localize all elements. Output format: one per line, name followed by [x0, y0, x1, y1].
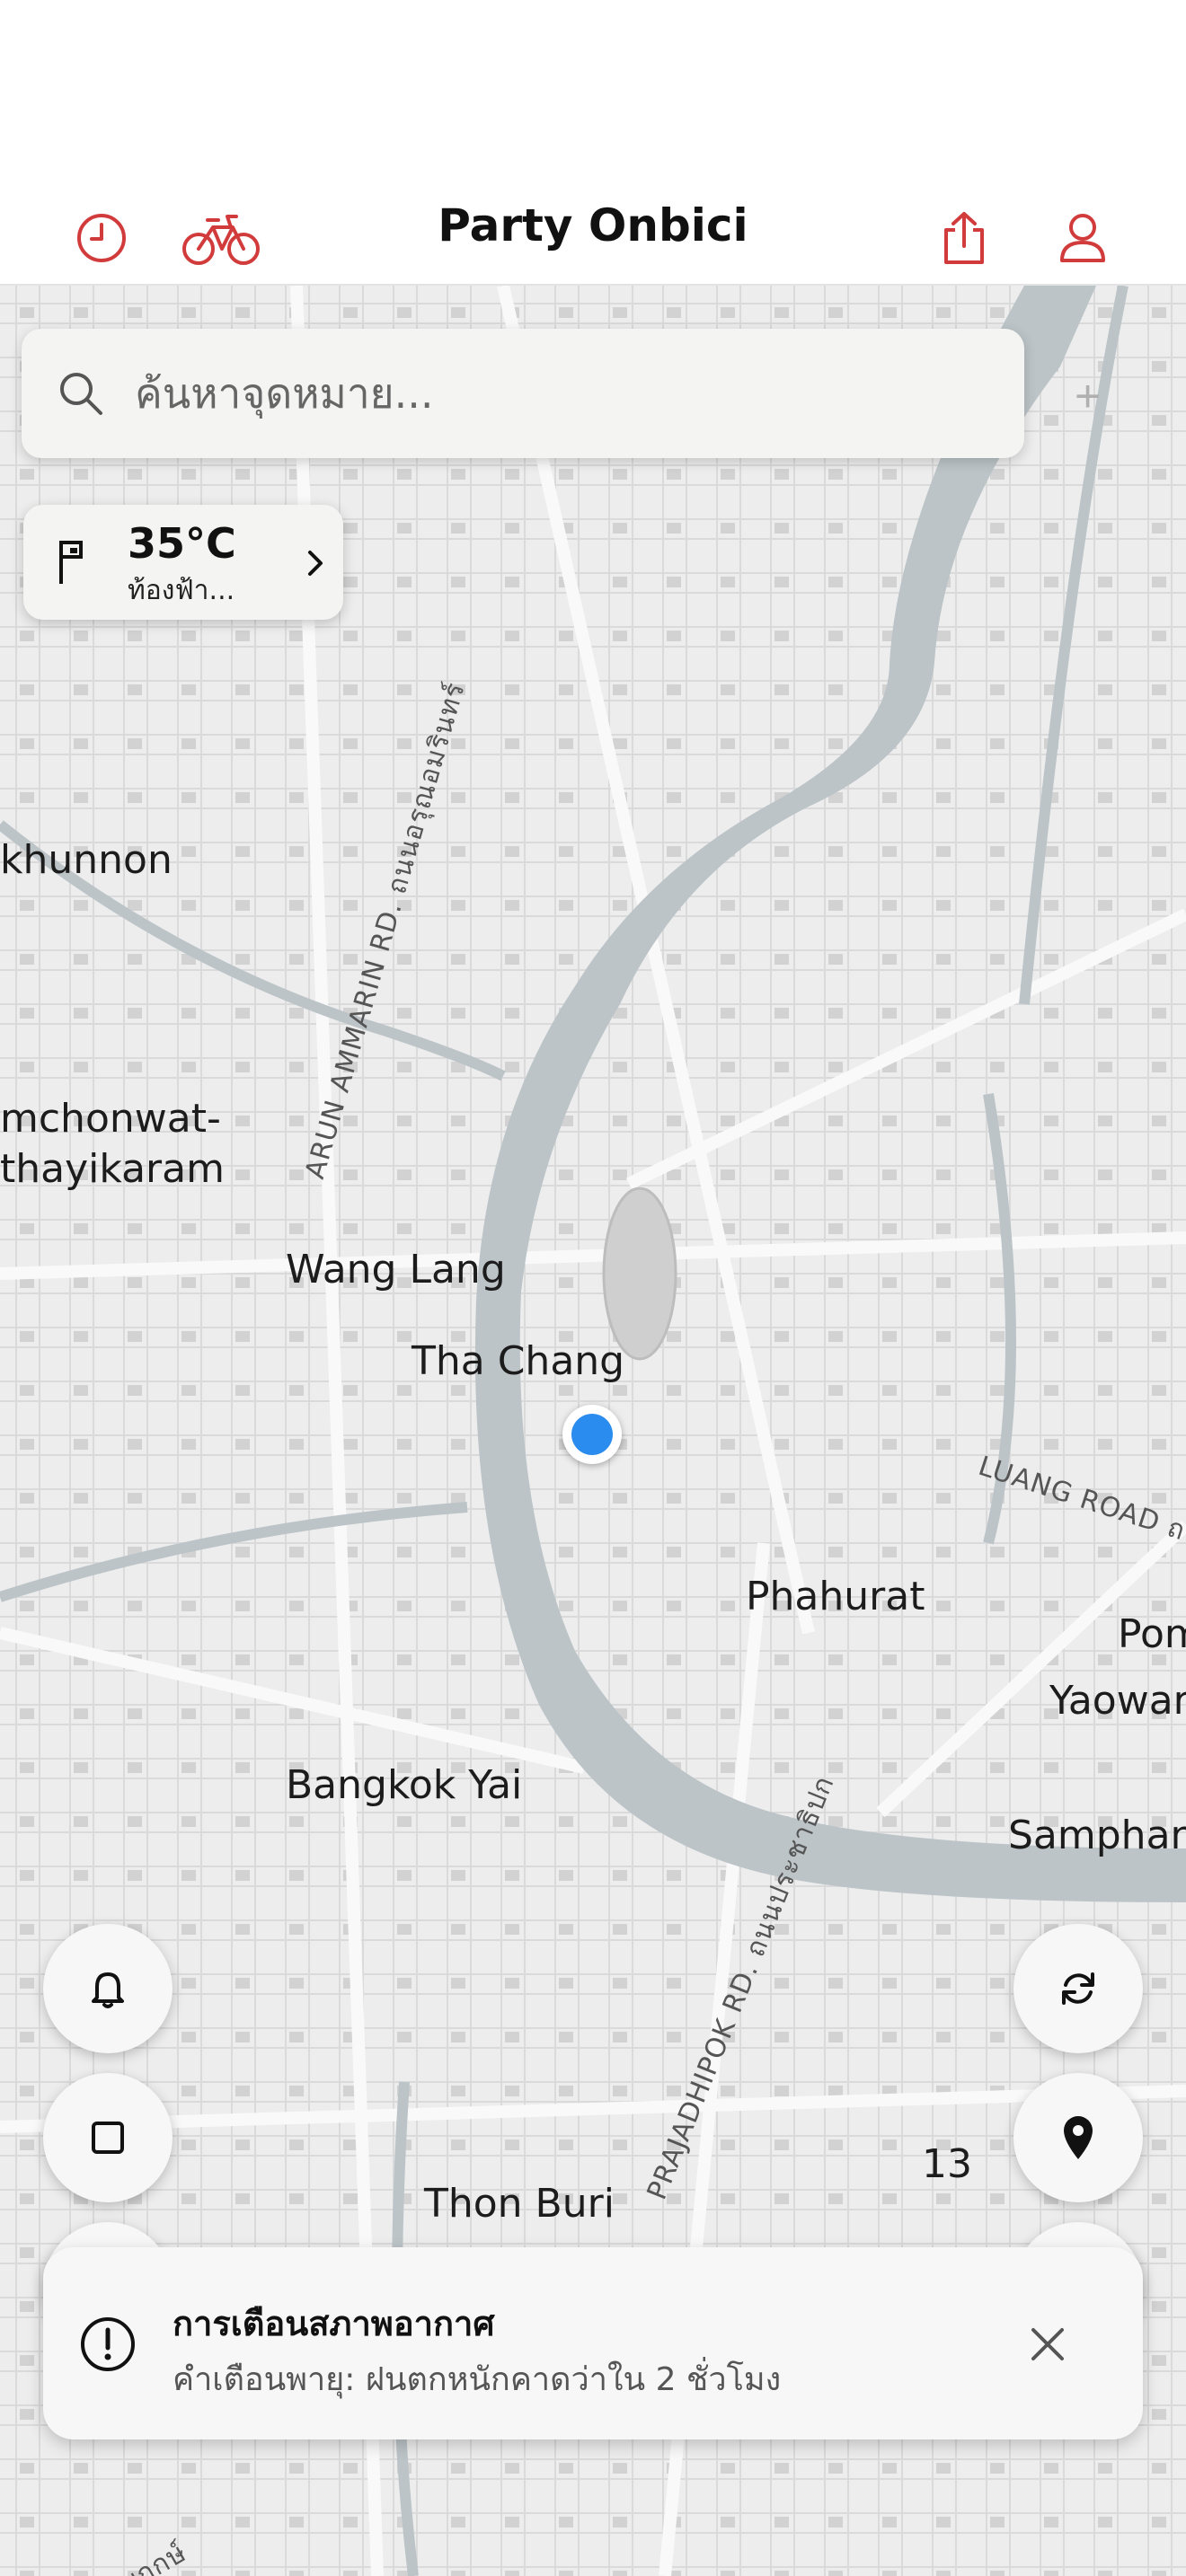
layers-button[interactable] [43, 2073, 173, 2202]
alert-close-button[interactable] [1019, 2316, 1076, 2373]
add-icon-faded: + [1075, 371, 1102, 421]
place-label: 13 [922, 2141, 972, 2187]
weather-condition: ท้องฟ้า... [128, 575, 235, 606]
place-label: thayikaram [0, 1146, 225, 1192]
share-button[interactable] [924, 198, 1005, 278]
place-label: Thon Buri [424, 2181, 615, 2227]
flag-icon [59, 541, 83, 584]
alert-message: คำเตือนพายุ: ฝนตกหนักคาดว่าใน 2 ชั่วโมง [173, 2361, 782, 2398]
place-label: mchonwat- [0, 1096, 221, 1142]
search-icon [60, 373, 102, 415]
refresh-button[interactable] [1013, 1924, 1143, 2053]
pin-icon [1064, 2116, 1093, 2159]
person-icon [1060, 214, 1105, 262]
weather-widget[interactable]: 35°C ท้องฟ้า... [23, 505, 343, 620]
place-label: Bangkok Yai [286, 1762, 523, 1808]
top-navbar: Party Onbici [0, 180, 1186, 286]
place-label: Phahurat [746, 1574, 925, 1619]
location-pin-button[interactable] [1013, 2073, 1143, 2202]
search-bar[interactable] [22, 329, 1024, 458]
search-input[interactable] [133, 368, 942, 419]
alert-circle-icon [81, 2317, 135, 2371]
close-icon [1031, 2328, 1064, 2360]
square-icon [92, 2122, 124, 2154]
place-label: Samphan [1008, 1813, 1186, 1858]
bell-icon [92, 1972, 124, 2008]
place-label: Wang Lang [286, 1247, 506, 1292]
place-label: khunnon [0, 837, 173, 883]
user-location-marker [562, 1405, 622, 1464]
weather-temperature: 35°C [128, 519, 236, 568]
notifications-button[interactable] [43, 1924, 173, 2053]
place-label: Tha Chang [412, 1338, 625, 1384]
place-label: Pom [1118, 1611, 1186, 1657]
profile-button[interactable] [1042, 198, 1123, 278]
weather-alert-banner: การเตือนสภาพอากาศ คำเตือนพายุ: ฝนตกหนักค… [43, 2247, 1143, 2439]
chevron-right-icon [308, 551, 323, 576]
refresh-icon [1062, 1972, 1094, 2005]
map-view[interactable]: khunnon mchonwat- thayikaram Wang Lang T… [0, 286, 1186, 2576]
share-icon [944, 212, 984, 264]
alert-title: การเตือนสภาพอากาศ [173, 2304, 495, 2343]
status-bar [0, 0, 1186, 180]
app-title: Party Onbici [438, 199, 748, 251]
place-label: Yaowar [1049, 1678, 1186, 1724]
